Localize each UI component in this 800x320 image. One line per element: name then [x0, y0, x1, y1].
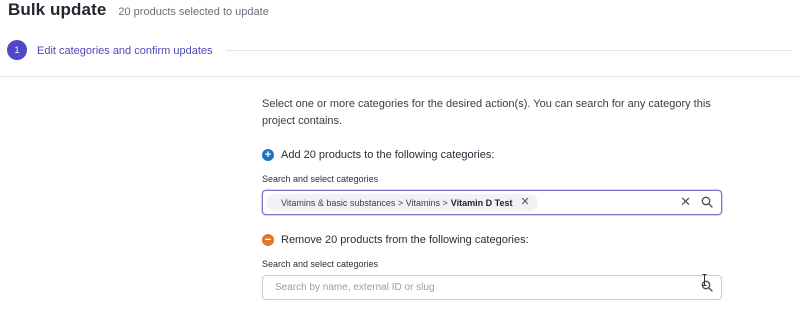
- page-title: Bulk update: [8, 0, 107, 19]
- remove-chip-icon[interactable]: ✕: [520, 197, 529, 208]
- add-categories-select[interactable]: Vitamins & basic substances > Vitamins >…: [262, 190, 722, 215]
- category-form: Select one or more categories for the de…: [262, 96, 724, 300]
- search-icon[interactable]: [701, 196, 713, 208]
- minus-circle-icon: −: [262, 234, 274, 246]
- step-label[interactable]: Edit categories and confirm updates: [37, 45, 213, 57]
- intro-text: Select one or more categories for the de…: [262, 98, 711, 127]
- chip-category-leaf: Vitamin D Test: [450, 197, 513, 208]
- text-cursor-icon: [702, 274, 707, 286]
- plus-circle-icon: +: [262, 149, 274, 161]
- remove-categories-select[interactable]: [262, 275, 722, 300]
- remove-section-title: Remove 20 products from the following ca…: [281, 234, 529, 246]
- selection-count: 20 products selected to update: [118, 6, 269, 18]
- stepper: 1 Edit categories and confirm updates: [0, 38, 800, 66]
- header-divider: [0, 76, 800, 77]
- remove-categories-search-input[interactable]: [267, 282, 647, 293]
- chip-category-path: Vitamins & basic substances > Vitamins >: [281, 197, 448, 208]
- clear-selection-icon[interactable]: ✕: [680, 195, 691, 208]
- selected-category-chip: Vitamins & basic substances > Vitamins >…: [267, 194, 538, 211]
- step-progress-line: [226, 50, 792, 51]
- add-field-label: Search and select categories: [262, 174, 379, 184]
- remove-section-heading: − Remove 20 products from the following …: [262, 234, 724, 246]
- remove-field-label: Search and select categories: [262, 259, 379, 269]
- add-section-heading: + Add 20 products to the following categ…: [262, 149, 724, 161]
- add-section-title: Add 20 products to the following categor…: [281, 149, 495, 161]
- step-number-badge: 1: [7, 40, 27, 60]
- page-header: Bulk update 20 products selected to upda…: [8, 0, 269, 26]
